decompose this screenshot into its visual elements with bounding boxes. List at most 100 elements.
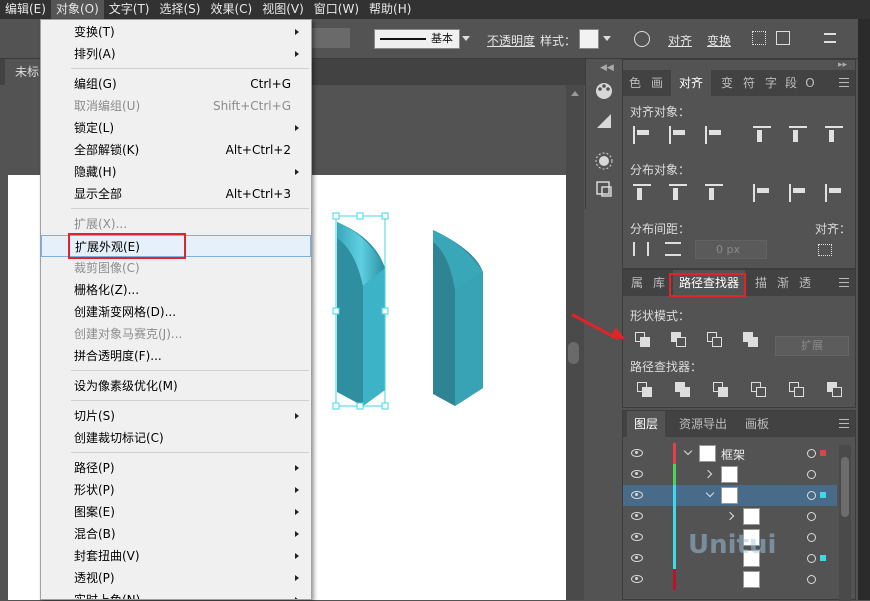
- tab-stroke[interactable]: 描: [753, 270, 769, 296]
- menu-item[interactable]: 扩展(X)...: [41, 213, 311, 235]
- layers-scroll-thumb[interactable]: [841, 457, 849, 517]
- target-circle-icon[interactable]: [807, 512, 816, 521]
- panel-menu-icon[interactable]: [839, 419, 849, 428]
- exclude-icon[interactable]: [743, 332, 759, 348]
- visibility-eye-icon[interactable]: [631, 449, 643, 457]
- tab-transform[interactable]: 变: [719, 70, 735, 96]
- tab-transparency[interactable]: 透: [797, 270, 813, 296]
- tab-align[interactable]: 对齐: [671, 70, 711, 96]
- align-hcenter-icon[interactable]: [669, 126, 689, 144]
- menu-item[interactable]: 设为像素级优化(M): [41, 375, 311, 397]
- chevron-right-icon[interactable]: [725, 511, 735, 521]
- tab-character[interactable]: 字: [763, 70, 779, 96]
- chevron-down-icon[interactable]: [683, 446, 693, 456]
- trim-icon[interactable]: [675, 382, 691, 398]
- visibility-eye-icon[interactable]: [631, 533, 643, 541]
- visibility-eye-icon[interactable]: [631, 554, 643, 562]
- layer-row[interactable]: [623, 506, 837, 527]
- menu-item[interactable]: 创建对象马赛克(J)...: [41, 323, 311, 345]
- visibility-eye-icon[interactable]: [631, 512, 643, 520]
- minus-back-icon[interactable]: [827, 382, 843, 398]
- chevron-right-icon[interactable]: [703, 469, 713, 479]
- distribute-hcenter-icon[interactable]: [789, 184, 809, 202]
- outline-icon[interactable]: [789, 382, 805, 398]
- opacity-link[interactable]: 不透明度: [487, 32, 535, 49]
- align-bottom-icon[interactable]: [825, 126, 845, 144]
- align-left-icon[interactable]: [633, 126, 653, 144]
- panel-menu-icon[interactable]: [839, 78, 849, 87]
- menu-window[interactable]: 窗口(W): [309, 0, 364, 19]
- distribute-vertical-space-icon[interactable]: [633, 242, 649, 256]
- scroll-up-icon[interactable]: [571, 91, 579, 96]
- collapse-arrows-icon[interactable]: ▸▸: [838, 60, 847, 70]
- menu-item[interactable]: 实时上色(N): [41, 589, 311, 599]
- menu-item[interactable]: 封套扭曲(V): [41, 545, 311, 567]
- menu-item[interactable]: 显示全部 Alt+Ctrl+3: [41, 183, 311, 205]
- palette-icon[interactable]: [594, 81, 614, 101]
- panel-menu-icon[interactable]: [839, 278, 849, 287]
- menu-item[interactable]: 创建渐变网格(D)...: [41, 301, 311, 323]
- menu-item[interactable]: 栅格化(Z)...: [41, 279, 311, 301]
- target-circle-icon[interactable]: [807, 491, 816, 500]
- layer-row[interactable]: [623, 464, 837, 485]
- tab-artboards[interactable]: 画板: [739, 411, 775, 437]
- collapse-arrows-icon[interactable]: ◀◀: [600, 63, 614, 73]
- layer-name[interactable]: 框架: [721, 446, 745, 463]
- distribute-right-icon[interactable]: [825, 184, 845, 202]
- menu-item[interactable]: 全部解锁(K) Alt+Ctrl+2: [41, 139, 311, 161]
- menu-select[interactable]: 选择(S): [154, 0, 205, 19]
- distribute-vcenter-icon[interactable]: [669, 184, 689, 202]
- layers-scrollbar[interactable]: [839, 445, 851, 601]
- list-menu-icon[interactable]: [824, 33, 836, 43]
- transform-link[interactable]: 变换: [707, 32, 731, 49]
- recolor-icon[interactable]: [634, 31, 650, 47]
- canvas-vertical-scrollbar[interactable]: [566, 85, 584, 600]
- arrange-icon[interactable]: [776, 31, 790, 45]
- divide-icon[interactable]: [637, 382, 653, 398]
- menu-item[interactable]: 排列(A): [41, 43, 311, 65]
- menu-view[interactable]: 视图(V): [257, 0, 309, 19]
- target-circle-icon[interactable]: [807, 533, 816, 542]
- graphic-style-swatch[interactable]: [579, 29, 599, 49]
- selected-shape[interactable]: [332, 212, 389, 410]
- target-circle-icon[interactable]: [807, 470, 816, 479]
- tab-properties[interactable]: 属: [629, 270, 645, 296]
- expand-button[interactable]: 扩展: [775, 336, 849, 356]
- align-to-icon[interactable]: [818, 244, 832, 256]
- distribute-bottom-icon[interactable]: [705, 184, 725, 202]
- menu-item[interactable]: 创建裁切标记(C): [41, 427, 311, 449]
- target-circle-icon[interactable]: [807, 575, 816, 584]
- menu-help[interactable]: 帮助(H): [364, 0, 416, 19]
- layer-row[interactable]: [623, 569, 837, 590]
- menu-object[interactable]: 对象(O): [50, 0, 104, 19]
- selection-indicator[interactable]: [820, 492, 826, 498]
- menu-item[interactable]: 路径(P): [41, 457, 311, 479]
- selection-indicator[interactable]: [820, 555, 826, 561]
- align-link[interactable]: 对齐: [668, 32, 692, 49]
- layer-row[interactable]: 框架: [623, 443, 837, 464]
- tab-libraries[interactable]: 库: [651, 270, 667, 296]
- menu-item[interactable]: 取消编组(U) Shift+Ctrl+G: [41, 95, 311, 117]
- expanded-shape[interactable]: [433, 230, 483, 406]
- visibility-eye-icon[interactable]: [631, 491, 643, 499]
- crop-icon[interactable]: [751, 382, 767, 398]
- fill-swatch[interactable]: [312, 28, 350, 48]
- visibility-eye-icon[interactable]: [631, 470, 643, 478]
- menu-item[interactable]: 编组(G) Ctrl+G: [41, 73, 311, 95]
- tab-opentype[interactable]: O: [803, 70, 817, 96]
- menu-edit[interactable]: 编辑(E): [0, 0, 51, 19]
- menu-type[interactable]: 文字(T): [104, 0, 155, 19]
- distribute-left-icon[interactable]: [753, 184, 773, 202]
- selection-indicator[interactable]: [820, 450, 826, 456]
- chevron-down-icon[interactable]: [705, 488, 715, 498]
- target-circle-icon[interactable]: [807, 554, 816, 563]
- menu-item[interactable]: 图案(E): [41, 501, 311, 523]
- scroll-thumb[interactable]: [568, 342, 579, 364]
- tab-color[interactable]: 色: [627, 70, 643, 96]
- spacing-input[interactable]: 0 px: [695, 240, 767, 259]
- stroke-style-select[interactable]: 基本: [374, 29, 460, 49]
- tab-asset-export[interactable]: 资源导出: [673, 411, 733, 437]
- menu-item[interactable]: 裁剪图像(C): [41, 257, 311, 279]
- tab-symbols[interactable]: 符: [741, 70, 757, 96]
- intersect-icon[interactable]: [707, 332, 723, 348]
